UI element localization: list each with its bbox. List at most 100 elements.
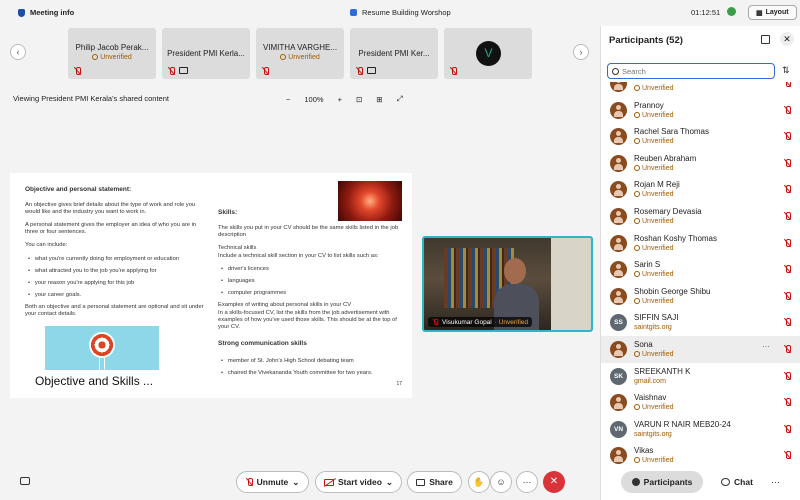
target-image bbox=[45, 326, 159, 370]
participant-search[interactable] bbox=[607, 63, 775, 79]
clock-icon bbox=[634, 271, 640, 278]
slide-bullet: • computer programmes bbox=[221, 290, 287, 296]
participant-name: Rachel Sara Thomas bbox=[634, 127, 709, 137]
participant-row[interactable]: Sarin S Unverified bbox=[601, 256, 800, 283]
sort-icon[interactable]: ⇅ bbox=[782, 65, 790, 76]
background-window bbox=[551, 238, 591, 330]
popout-icon[interactable] bbox=[761, 35, 770, 44]
participant-row[interactable]: SK SREEKANTH K gmail.com bbox=[601, 363, 800, 390]
participant-name: Roshan Koshy Thomas bbox=[634, 233, 718, 243]
participant-row[interactable]: Vikas Unverified bbox=[601, 442, 800, 467]
tile-name: Philip Jacob Perak... bbox=[75, 43, 149, 52]
slide-bullet-text: your career goals. bbox=[34, 292, 82, 298]
participant-name: Sarin S bbox=[634, 260, 661, 270]
slide-bullet-text: computer programmes bbox=[227, 290, 287, 296]
zoom-controls: − 100% + ⊡ ⊞ ⤢ bbox=[286, 94, 403, 104]
video-tile[interactable]: Philip Jacob Perak... Unverified bbox=[68, 28, 156, 79]
slide-paragraph: The skills you put in your CV should be … bbox=[218, 225, 399, 238]
participant-row[interactable]: Roshan Koshy Thomas Unverified bbox=[601, 230, 800, 257]
strip-prev-button[interactable]: ‹ bbox=[10, 44, 26, 60]
tab-chat[interactable]: Chat bbox=[712, 471, 762, 493]
mic-off-icon bbox=[784, 158, 791, 167]
participant-status: Unverified bbox=[634, 457, 674, 464]
participant-avatar bbox=[610, 208, 627, 225]
participant-status-text: Unverified bbox=[642, 111, 674, 119]
participant-row[interactable]: Unverified bbox=[601, 82, 800, 97]
slide-bullet-text: what attracted you to the job you're app… bbox=[34, 268, 157, 274]
slide-bullet: • your career goals. bbox=[28, 292, 82, 298]
slide-heading: Skills: bbox=[218, 209, 238, 216]
mic-off-icon bbox=[784, 345, 791, 353]
start-video-button[interactable]: Start video ⌄ bbox=[315, 471, 402, 493]
speaker-label: Visukumar Gopal · Unverified bbox=[428, 317, 532, 327]
video-tile[interactable]: V bbox=[444, 28, 532, 79]
captions-icon[interactable] bbox=[20, 477, 30, 485]
participant-status: saintgits.org bbox=[634, 324, 672, 331]
participant-avatar: V bbox=[476, 41, 501, 66]
meeting-info-label: Meeting info bbox=[30, 8, 75, 17]
participant-row[interactable]: Rosemary Devasia Unverified bbox=[601, 203, 800, 230]
tile-status-text: Unverified bbox=[288, 54, 320, 61]
participant-row[interactable]: Shobin George Shibu Unverified bbox=[601, 283, 800, 310]
reactions-button[interactable]: ☺ bbox=[490, 471, 512, 493]
panel-more-button[interactable]: ··· bbox=[771, 477, 780, 487]
layout-button[interactable]: ▦ Layout bbox=[748, 5, 797, 20]
participant-row[interactable]: Vaishnav Unverified bbox=[601, 389, 800, 416]
chat-icon bbox=[721, 478, 731, 486]
tab-participants[interactable]: Participants bbox=[621, 471, 703, 493]
unmute-button[interactable]: Unmute ⌄ bbox=[236, 471, 309, 493]
slide-subheading: Strong communication skills bbox=[218, 340, 307, 347]
annotate-icon[interactable]: ⊡ bbox=[356, 95, 362, 104]
zoom-level: 100% bbox=[304, 94, 324, 104]
leave-button[interactable]: ✕ bbox=[543, 471, 565, 493]
participant-row[interactable]: Prannoy Unverified bbox=[601, 97, 800, 124]
slide-bullet: • what attracted you to the job you're a… bbox=[28, 268, 157, 274]
expand-icon[interactable]: ⤢ bbox=[397, 94, 403, 104]
chevron-right-icon: › bbox=[579, 47, 583, 57]
tile-status: Unverified bbox=[73, 54, 151, 61]
participant-row[interactable]: Rachel Sara Thomas Unverified bbox=[601, 123, 800, 150]
participant-more-button[interactable]: ··· bbox=[762, 342, 770, 351]
meeting-info-button[interactable]: Meeting info bbox=[18, 8, 74, 17]
zoom-in-button[interactable]: + bbox=[338, 95, 342, 104]
participant-status: Unverified bbox=[634, 244, 674, 252]
hand-icon: ✋ bbox=[473, 477, 485, 487]
tab-chat-label: Chat bbox=[734, 477, 753, 487]
slide-bullet-text: your reason you're applying for this job bbox=[34, 280, 135, 286]
video-strip: ‹ Philip Jacob Perak... Unverified Presi… bbox=[0, 28, 600, 80]
top-bar: Meeting info Resume Building Worshop 01:… bbox=[0, 0, 800, 26]
participants-panel: Participants (52) ✕ ⇅ UnverifiedPrannoyU… bbox=[600, 26, 800, 500]
fit-icon[interactable]: ⊞ bbox=[376, 95, 382, 104]
more-icon: ··· bbox=[522, 477, 532, 487]
participant-row[interactable]: Reuben Abraham Unverified bbox=[601, 150, 800, 177]
raise-hand-button[interactable]: ✋ bbox=[468, 471, 490, 493]
active-speaker-video[interactable]: Visukumar Gopal · Unverified bbox=[422, 236, 593, 332]
chevron-left-icon: ‹ bbox=[16, 47, 20, 57]
participant-avatar: VN bbox=[610, 420, 627, 438]
slide-bullet-text: member of St. John's High School debatin… bbox=[227, 358, 354, 364]
participant-status: Unverified bbox=[634, 297, 674, 305]
participant-status: Unverified bbox=[634, 138, 674, 145]
slide-bullet: • what you're currently doing for employ… bbox=[28, 256, 180, 262]
layout-label: Layout bbox=[765, 9, 789, 16]
close-icon[interactable]: ✕ bbox=[780, 32, 794, 46]
more-options-button[interactable]: ··· bbox=[516, 471, 538, 493]
participant-status-text: Unverified bbox=[642, 457, 674, 465]
participant-avatar bbox=[610, 101, 627, 119]
participant-row[interactable]: SS SIFFIN SAJI saintgits.org bbox=[601, 309, 800, 336]
share-button[interactable]: Share bbox=[407, 471, 462, 493]
strip-next-button[interactable]: › bbox=[573, 44, 589, 60]
search-input[interactable] bbox=[622, 66, 762, 76]
video-tile[interactable]: VIMITHA VARGHE... Unverified bbox=[256, 28, 344, 79]
participant-row[interactable]: Rojan M Reji Unverified bbox=[601, 176, 800, 203]
connection-status-icon[interactable] bbox=[727, 7, 736, 16]
participant-status: gmail.com bbox=[634, 378, 666, 385]
video-tile[interactable]: President PMI Ker... bbox=[350, 28, 438, 79]
participant-name: Rojan M Reji bbox=[634, 180, 680, 190]
participant-status-text: saintgits.org bbox=[634, 430, 672, 438]
participant-row[interactable]: VN VARUN R NAIR MEB20-24 saintgits.org bbox=[601, 416, 800, 443]
video-tile[interactable]: President PMI Kerla... bbox=[162, 28, 250, 79]
mic-off-icon bbox=[784, 451, 791, 460]
zoom-out-button[interactable]: − bbox=[286, 95, 290, 104]
participant-row[interactable]: Sona Unverified ··· bbox=[601, 336, 800, 363]
